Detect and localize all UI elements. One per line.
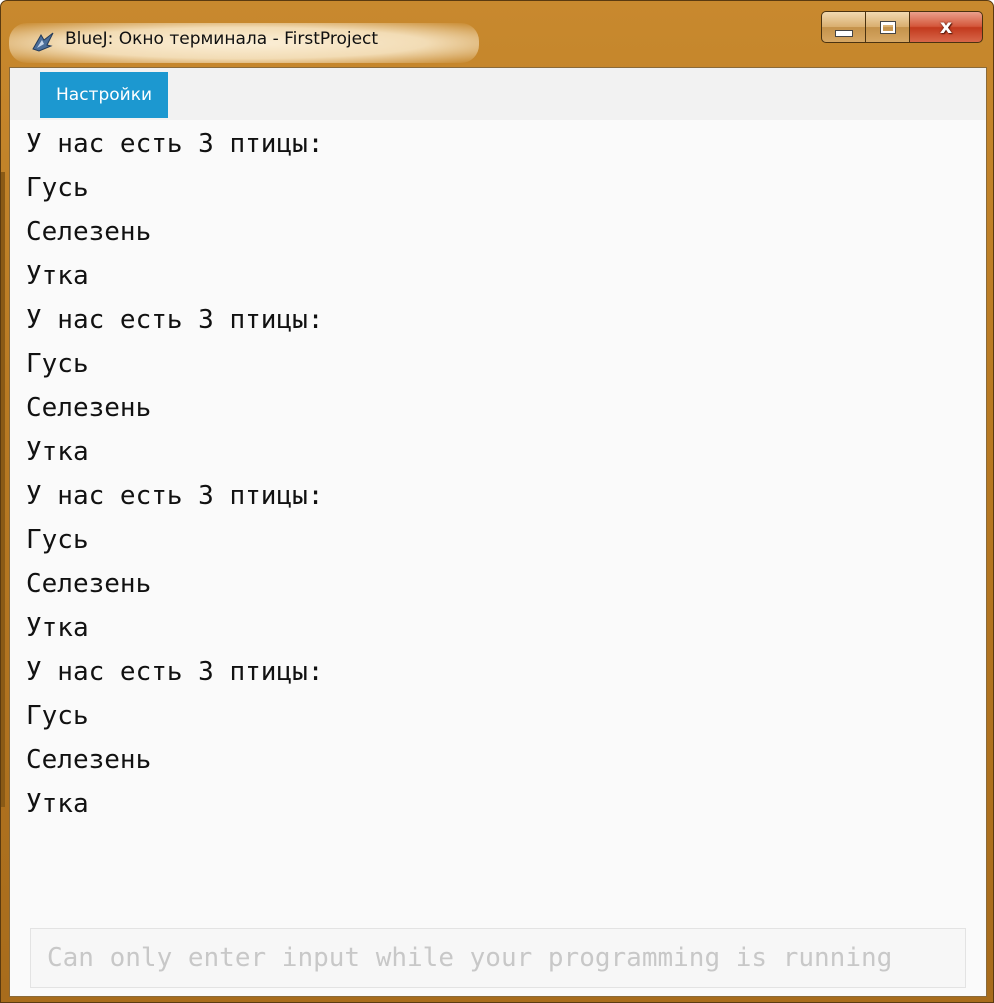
output-line: У нас есть 3 птицы: (26, 305, 324, 335)
terminal-client-area: Настройки У нас есть 3 птицы: Гусь Селезен… (9, 67, 987, 997)
window-title: BlueJ: Окно терминала - FirstProject (65, 29, 379, 49)
output-line: Гусь (26, 173, 89, 203)
output-line: Селезень (26, 745, 152, 775)
output-line: Селезень (26, 569, 152, 599)
menu-settings[interactable]: Настройки (40, 72, 169, 118)
terminal-input[interactable] (31, 929, 965, 987)
bluej-app-icon (32, 32, 54, 52)
output-line: У нас есть 3 птицы: (26, 481, 324, 511)
output-line: Утка (26, 789, 89, 819)
output-line: Утка (26, 261, 89, 291)
terminal-window: BlueJ: Окно терминала - FirstProject x Н… (0, 0, 994, 1003)
output-line: Гусь (26, 701, 89, 731)
window-edge-accent (1, 172, 5, 807)
output-line: Утка (26, 613, 89, 643)
output-line: Утка (26, 437, 89, 467)
maximize-icon (879, 20, 896, 34)
output-line: Селезень (26, 217, 152, 247)
output-line: Гусь (26, 525, 89, 555)
title-bar[interactable]: BlueJ: Окно терминала - FirstProject x (1, 1, 993, 67)
terminal-output[interactable]: У нас есть 3 птицы: Гусь Селезень Утка У нас… (10, 120, 986, 926)
minimize-icon (834, 29, 853, 37)
maximize-button[interactable] (865, 11, 909, 43)
output-line: Гусь (26, 349, 89, 379)
minimize-button[interactable] (821, 11, 865, 43)
menu-bar: Настройки (10, 68, 986, 121)
output-line: Селезень (26, 393, 152, 423)
close-icon: x (939, 16, 953, 38)
output-line: У нас есть 3 птицы: (26, 129, 324, 159)
close-button[interactable]: x (909, 11, 983, 43)
terminal-input-box[interactable] (30, 928, 966, 988)
output-line: У нас есть 3 птицы: (26, 657, 324, 687)
window-controls: x (821, 11, 983, 45)
